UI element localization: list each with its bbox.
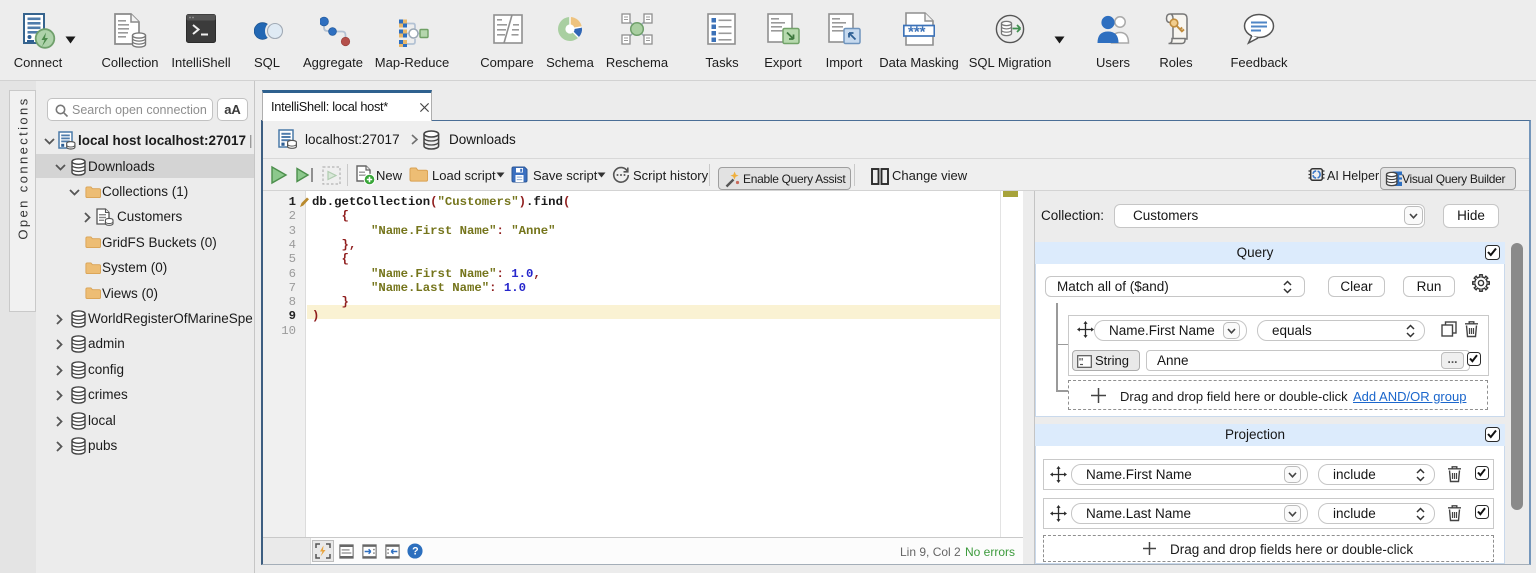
svg-text:***: *** xyxy=(908,24,926,41)
svg-text:?: ? xyxy=(412,545,419,557)
